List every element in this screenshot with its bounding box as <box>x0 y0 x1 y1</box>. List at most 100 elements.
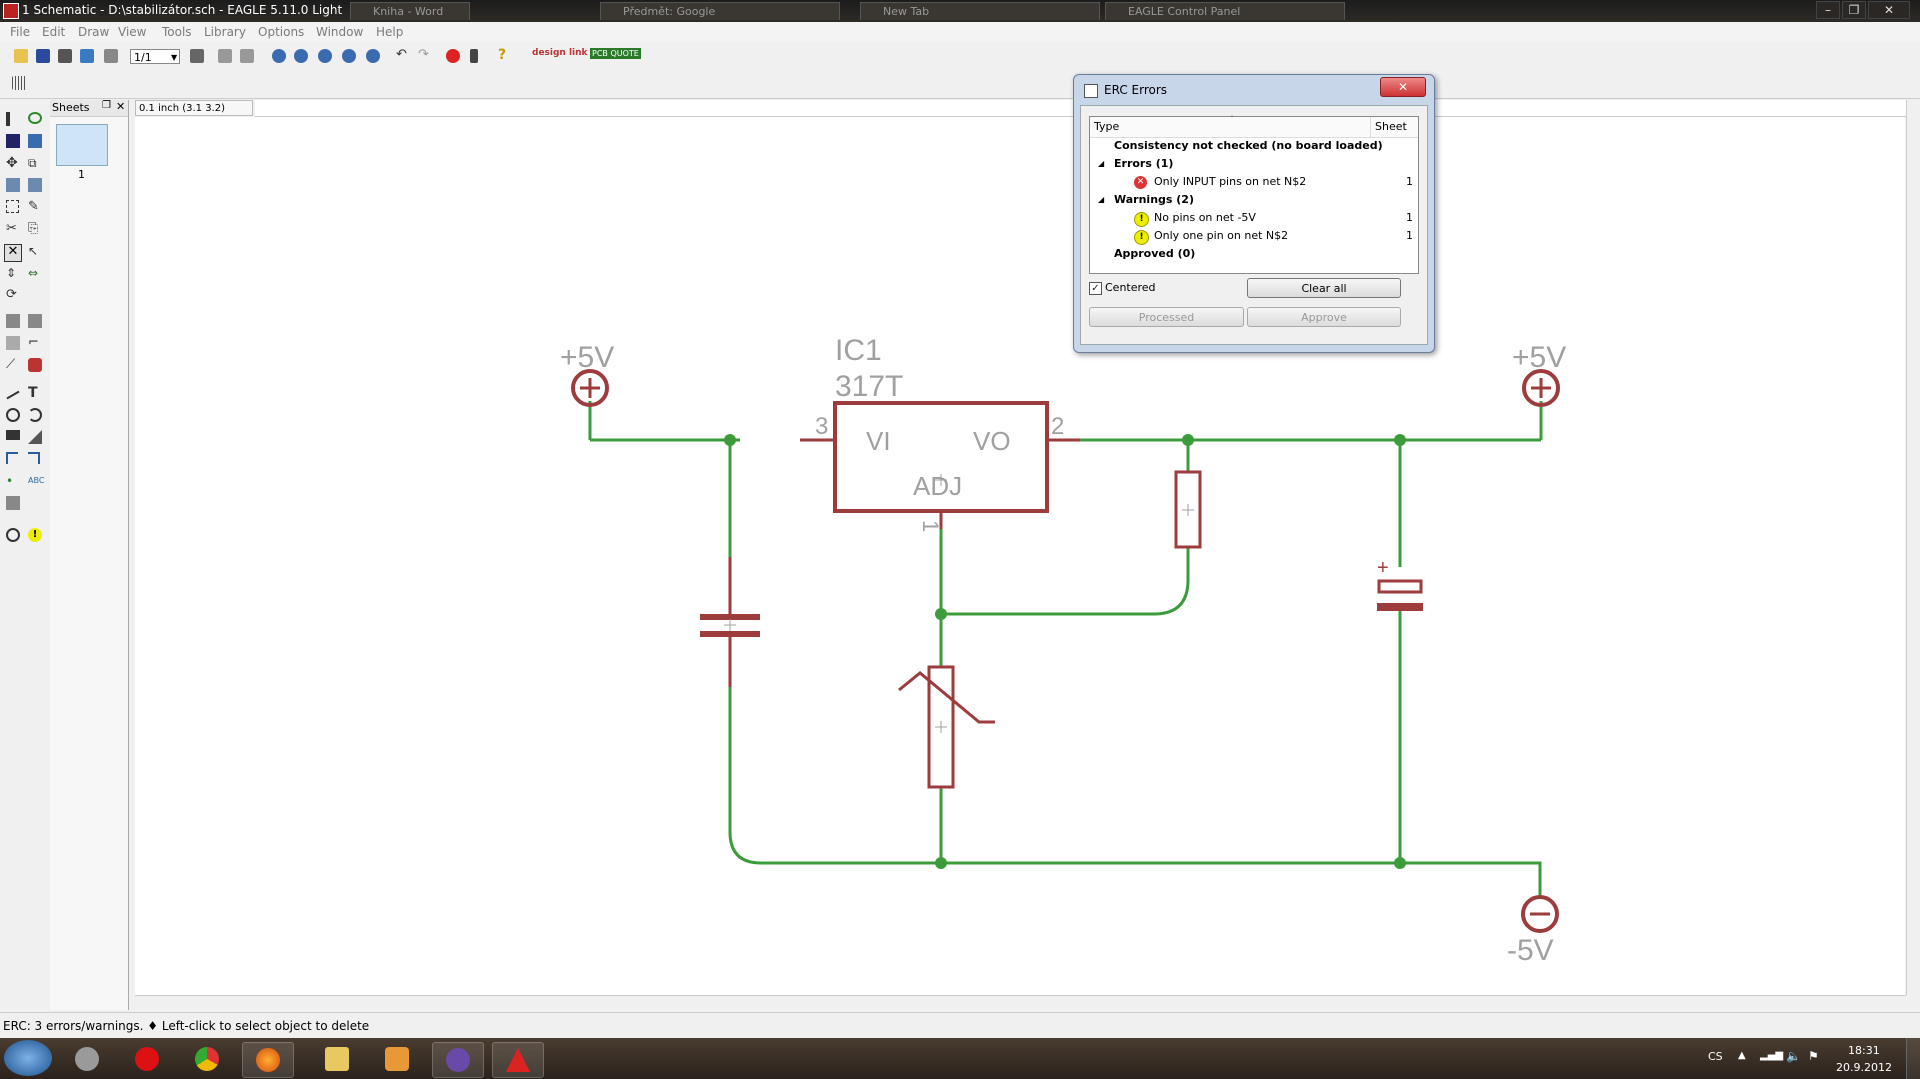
undo-icon[interactable]: ↶ <box>396 48 410 63</box>
expand-triangle-icon[interactable]: ◢ <box>1098 155 1104 173</box>
zoom-select-icon[interactable] <box>366 49 380 63</box>
split-icon[interactable]: ⟋ <box>6 358 20 372</box>
junction[interactable] <box>935 608 947 620</box>
wire-r1-bottom[interactable] <box>941 547 1190 616</box>
zoom-out-icon[interactable] <box>318 49 332 63</box>
junction[interactable] <box>1394 434 1406 446</box>
print-icon[interactable] <box>58 49 72 63</box>
text-icon[interactable]: T <box>28 386 42 400</box>
mark-icon[interactable] <box>28 134 42 148</box>
tray-expand-icon[interactable]: ▲ <box>1738 1050 1746 1061</box>
name-icon[interactable] <box>6 314 20 328</box>
attribute-icon[interactable] <box>6 496 20 510</box>
help-icon[interactable]: ? <box>498 48 512 63</box>
junction[interactable] <box>1182 434 1194 446</box>
menu-options[interactable]: Options <box>258 25 304 39</box>
stop-icon[interactable] <box>446 49 460 63</box>
show-icon[interactable] <box>28 112 42 124</box>
taskbar-media[interactable] <box>372 1042 422 1076</box>
background-tab-4[interactable]: EAGLE Control Panel <box>1105 2 1345 20</box>
value-icon[interactable] <box>28 314 42 328</box>
library-icon[interactable] <box>190 49 204 63</box>
expand-triangle-icon[interactable]: ◢ <box>1098 191 1104 209</box>
rotate-icon[interactable] <box>28 178 42 192</box>
close-icon[interactable]: ✕ <box>116 100 125 113</box>
junction[interactable] <box>935 857 947 869</box>
erc-row-approved[interactable]: Approved (0) <box>1090 245 1418 263</box>
junction[interactable] <box>724 434 736 446</box>
menu-file[interactable]: File <box>10 25 30 39</box>
junction[interactable] <box>1394 857 1406 869</box>
taskbar-opera[interactable] <box>122 1042 172 1076</box>
rect-icon[interactable] <box>6 430 20 440</box>
clear-all-button[interactable]: Clear all <box>1247 278 1401 298</box>
vertical-scrollbar[interactable] <box>1906 100 1920 995</box>
errors-icon[interactable]: ! <box>28 528 42 542</box>
cut-icon[interactable]: ✂ <box>6 222 20 236</box>
erc-row-warnings[interactable]: ◢ Warnings (2) <box>1090 191 1418 209</box>
miter-icon[interactable]: ⌐ <box>28 336 42 350</box>
move-icon[interactable]: ✥ <box>6 156 20 170</box>
negative-supply-label[interactable]: -5V <box>1507 934 1554 967</box>
zoom-redraw-icon[interactable] <box>342 49 356 63</box>
start-button[interactable] <box>4 1040 52 1076</box>
taskbar-eagle[interactable] <box>492 1042 544 1078</box>
junction-icon[interactable]: • <box>6 474 20 488</box>
erc-row-warning-2[interactable]: ! Only one pin on net N$2 1 <box>1090 227 1418 245</box>
minimize-button[interactable]: – <box>1816 1 1840 19</box>
polygon-icon[interactable] <box>28 430 42 444</box>
menu-draw[interactable]: Draw <box>78 25 109 39</box>
arc-icon[interactable] <box>28 408 42 422</box>
ic1-name-label[interactable]: IC1 <box>835 334 882 367</box>
menu-help[interactable]: Help <box>376 25 403 39</box>
processed-button[interactable]: Processed <box>1089 307 1244 327</box>
net-icon[interactable] <box>28 452 40 464</box>
centered-checkbox[interactable]: ✓ <box>1089 282 1102 295</box>
close-window-button[interactable]: ✕ <box>1868 1 1910 19</box>
bus-icon[interactable] <box>6 452 18 464</box>
pinswap-icon[interactable]: ⇕ <box>6 266 20 280</box>
zoom-fit-icon[interactable] <box>272 49 286 63</box>
invoke-icon[interactable] <box>28 358 42 372</box>
menu-window[interactable]: Window <box>316 25 363 39</box>
erc-tree[interactable]: Type ˆ Sheet Consistency not checked (no… <box>1089 115 1419 274</box>
group-icon[interactable] <box>6 200 19 213</box>
taskbar-firefox[interactable] <box>242 1042 294 1078</box>
background-tab-1[interactable]: Kniha - Word <box>350 2 470 20</box>
gateswap-icon[interactable]: ⇔ <box>28 266 42 280</box>
maximize-button[interactable]: ❐ <box>1842 1 1866 19</box>
replace-icon[interactable]: ⟳ <box>6 288 20 302</box>
open-icon[interactable] <box>14 49 28 63</box>
ulp-icon[interactable] <box>240 49 254 63</box>
wire-icon[interactable] <box>6 390 20 400</box>
action-center-icon[interactable]: ⚑ <box>1808 1049 1819 1063</box>
taskbar-app-7[interactable] <box>432 1042 484 1078</box>
wire-ground[interactable] <box>728 687 1400 865</box>
display-icon[interactable] <box>6 134 20 148</box>
erc-row-consistency[interactable]: Consistency not checked (no board loaded… <box>1090 137 1418 155</box>
approve-button[interactable]: Approve <box>1247 307 1401 327</box>
erc-row-error-1[interactable]: ✕ Only INPUT pins on net N$2 1 <box>1090 173 1418 191</box>
design-link-button[interactable]: design link <box>532 48 588 58</box>
show-desktop-button[interactable] <box>1906 1038 1920 1079</box>
delete-icon[interactable]: ✕ <box>4 244 22 262</box>
mirror-icon[interactable] <box>6 178 20 192</box>
grid-icon[interactable] <box>12 76 26 90</box>
add-icon[interactable]: ↖ <box>28 244 42 258</box>
language-indicator[interactable]: CS <box>1708 1050 1723 1063</box>
taskbar-app-1[interactable] <box>62 1042 112 1076</box>
cam-icon[interactable] <box>80 49 94 63</box>
taskbar-chrome[interactable] <box>182 1042 232 1076</box>
menu-view[interactable]: View <box>118 25 146 39</box>
zoom-in-icon[interactable] <box>294 49 308 63</box>
circle-icon[interactable] <box>6 408 20 422</box>
ic1-value-label[interactable]: 317T <box>835 370 903 403</box>
script-icon[interactable] <box>218 49 232 63</box>
horizontal-scrollbar[interactable] <box>135 995 1906 1011</box>
menu-edit[interactable]: Edit <box>42 25 65 39</box>
clock-date[interactable]: 20.9.2012 <box>1836 1061 1892 1074</box>
erc-row-errors[interactable]: ◢ Errors (1) <box>1090 155 1418 173</box>
zoom-select[interactable]: 1/1 ▼ <box>130 49 180 64</box>
right-supply-label[interactable]: +5V <box>1512 341 1566 374</box>
network-icon[interactable]: ▂▄▆ <box>1760 1050 1783 1061</box>
